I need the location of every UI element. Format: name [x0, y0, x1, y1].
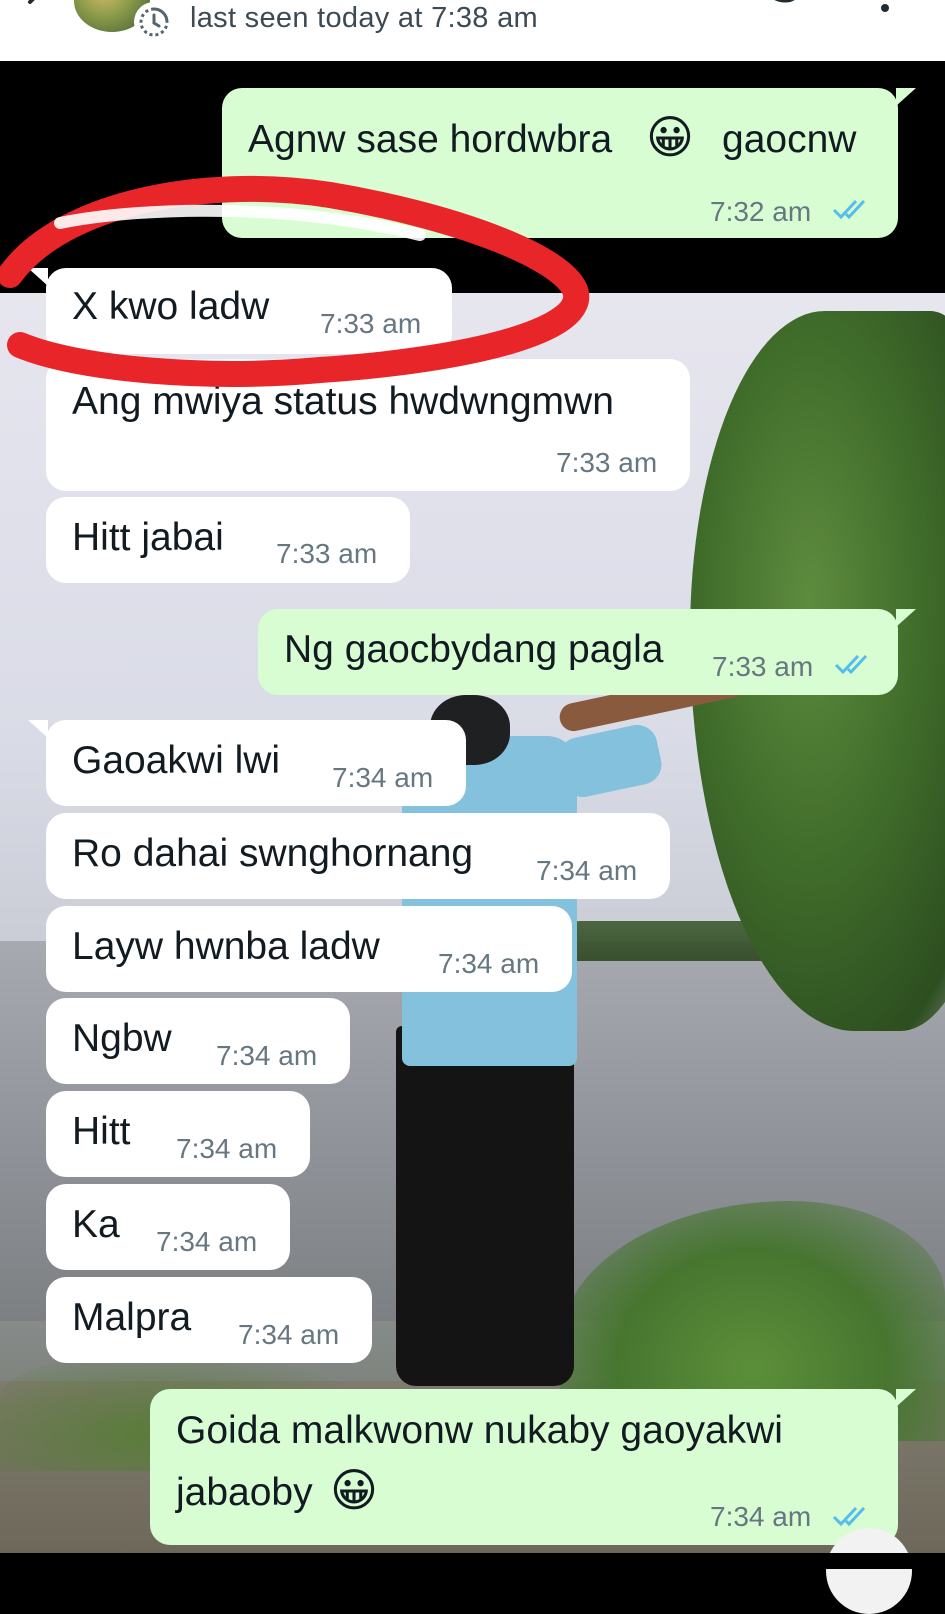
message-time: 7:33 am [276, 538, 378, 569]
message-bubble-incoming[interactable]: Gaoakwi lwi 7:34 am [28, 720, 466, 806]
emoji-grinning-icon: 😀 [330, 1464, 378, 1516]
bottom-edge [0, 1553, 945, 1569]
emoji-grinning-icon: 😀 [646, 111, 694, 163]
read-receipt-icon [832, 1506, 866, 1527]
message-bubble-incoming[interactable]: Ngbw 7:34 am [46, 998, 350, 1084]
message-time: 7:34 am [156, 1226, 258, 1257]
message-text: Gaoakwi lwi [72, 739, 281, 782]
message-time: 7:34 am [710, 1501, 812, 1532]
last-seen-status: last seen today at 7:38 am [190, 2, 538, 34]
message-bubble-incoming[interactable]: X kwo ladw 7:33 am [28, 268, 452, 354]
message-text: Agnw sase hordwbra [248, 118, 613, 161]
message-time: 7:34 am [536, 855, 638, 886]
message-bubble-outgoing[interactable]: Goida malkwonw nukaby gaoyakwi jabaoby 😀… [150, 1389, 916, 1545]
back-arrow-icon[interactable] [20, 0, 50, 16]
message-time: 7:33 am [556, 447, 658, 478]
message-time: 7:33 am [320, 308, 422, 339]
message-bubble-outgoing[interactable]: Ng gaocbydang pagla 7:33 am [258, 609, 916, 695]
message-text: Ng gaocbydang pagla [284, 628, 664, 671]
message-text: Ro dahai swnghornang [72, 832, 474, 875]
read-receipt-icon [832, 199, 866, 220]
message-time: 7:32 am [710, 196, 812, 227]
message-time: 7:34 am [438, 948, 540, 979]
bubble-tail [28, 268, 48, 286]
disappearing-timer-icon [134, 2, 174, 42]
message-bubble-incoming[interactable]: Ang mwiya status hwdwngmwn 7:33 am [46, 359, 690, 491]
message-text: Malpra [72, 1296, 192, 1339]
read-receipt-icon [834, 654, 868, 675]
message-time: 7:34 am [238, 1319, 340, 1350]
bubble-tail [28, 720, 48, 738]
message-bubble-incoming[interactable]: Malpra 7:34 am [46, 1277, 372, 1363]
message-text: Hitt [72, 1110, 131, 1153]
more-options-icon[interactable] [872, 0, 898, 16]
message-bubble-incoming[interactable]: Hitt 7:34 am [46, 1091, 310, 1177]
message-text: Goida malkwonw nukaby gaoyakwi [176, 1409, 783, 1452]
message-time: 7:34 am [332, 762, 434, 793]
message-bubble-incoming[interactable]: Layw hwnba ladw 7:34 am [46, 906, 572, 992]
bubble-tail [896, 1389, 916, 1407]
message-text: X kwo ladw [72, 285, 270, 328]
message-bubble-incoming[interactable]: Hitt jabai 7:33 am [46, 497, 410, 583]
bubble-tail [896, 88, 916, 106]
message-time: 7:34 am [176, 1133, 278, 1164]
message-text: Ang mwiya status hwdwngmwn [72, 380, 614, 423]
message-text: Hitt jabai [72, 516, 224, 559]
wallpaper-person-legs [396, 1026, 574, 1386]
message-bubble-incoming[interactable]: Ro dahai swnghornang 7:34 am [46, 813, 670, 899]
chat-header: last seen today at 7:38 am [0, 0, 945, 61]
message-time: 7:34 am [216, 1040, 318, 1071]
bubble-tail [896, 609, 916, 627]
message-text: gaocnw [722, 118, 857, 161]
message-bubble-outgoing[interactable]: Agnw sase hordwbra 😀 gaocnw 7:32 am [222, 88, 916, 238]
message-bubble-incoming[interactable]: Ka 7:34 am [46, 1184, 290, 1270]
message-text: jabaoby [176, 1471, 313, 1514]
message-text: Ngbw [72, 1017, 172, 1060]
message-text: Layw hwnba ladw [72, 925, 380, 968]
message-text: Ka [72, 1203, 120, 1246]
message-time: 7:33 am [712, 651, 814, 682]
scroll-down-button[interactable] [826, 1528, 912, 1614]
video-call-icon[interactable] [760, 0, 810, 16]
